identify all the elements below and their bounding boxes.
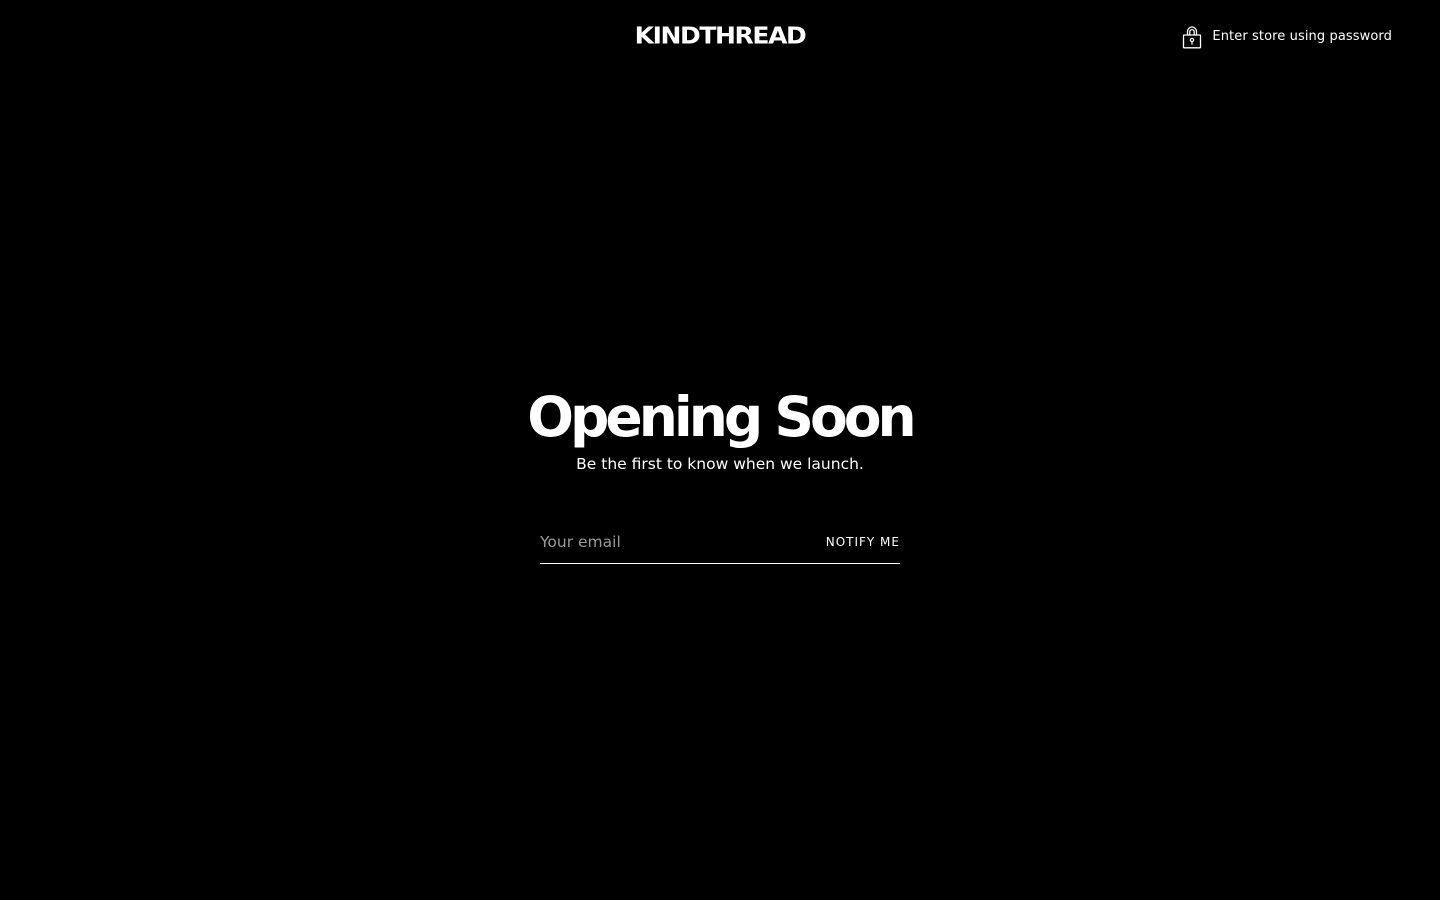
email-input[interactable] bbox=[540, 523, 826, 560]
password-page: KINDTHREAD Enter store using password Op… bbox=[0, 0, 1440, 900]
enter-password-link[interactable]: Enter store using password bbox=[1181, 24, 1392, 49]
hero-section: Opening Soon Be the first to know when w… bbox=[0, 384, 1440, 476]
site-header: KINDTHREAD Enter store using password bbox=[0, 0, 1440, 72]
page-subtitle: Be the first to know when we launch. bbox=[576, 455, 864, 473]
lock-icon bbox=[1183, 26, 1202, 49]
enter-password-label: Enter store using password bbox=[1212, 29, 1392, 44]
newsletter-form: NOTIFY ME bbox=[540, 520, 900, 564]
notify-me-button[interactable]: NOTIFY ME bbox=[826, 524, 900, 560]
page-title: Opening Soon bbox=[527, 385, 916, 449]
